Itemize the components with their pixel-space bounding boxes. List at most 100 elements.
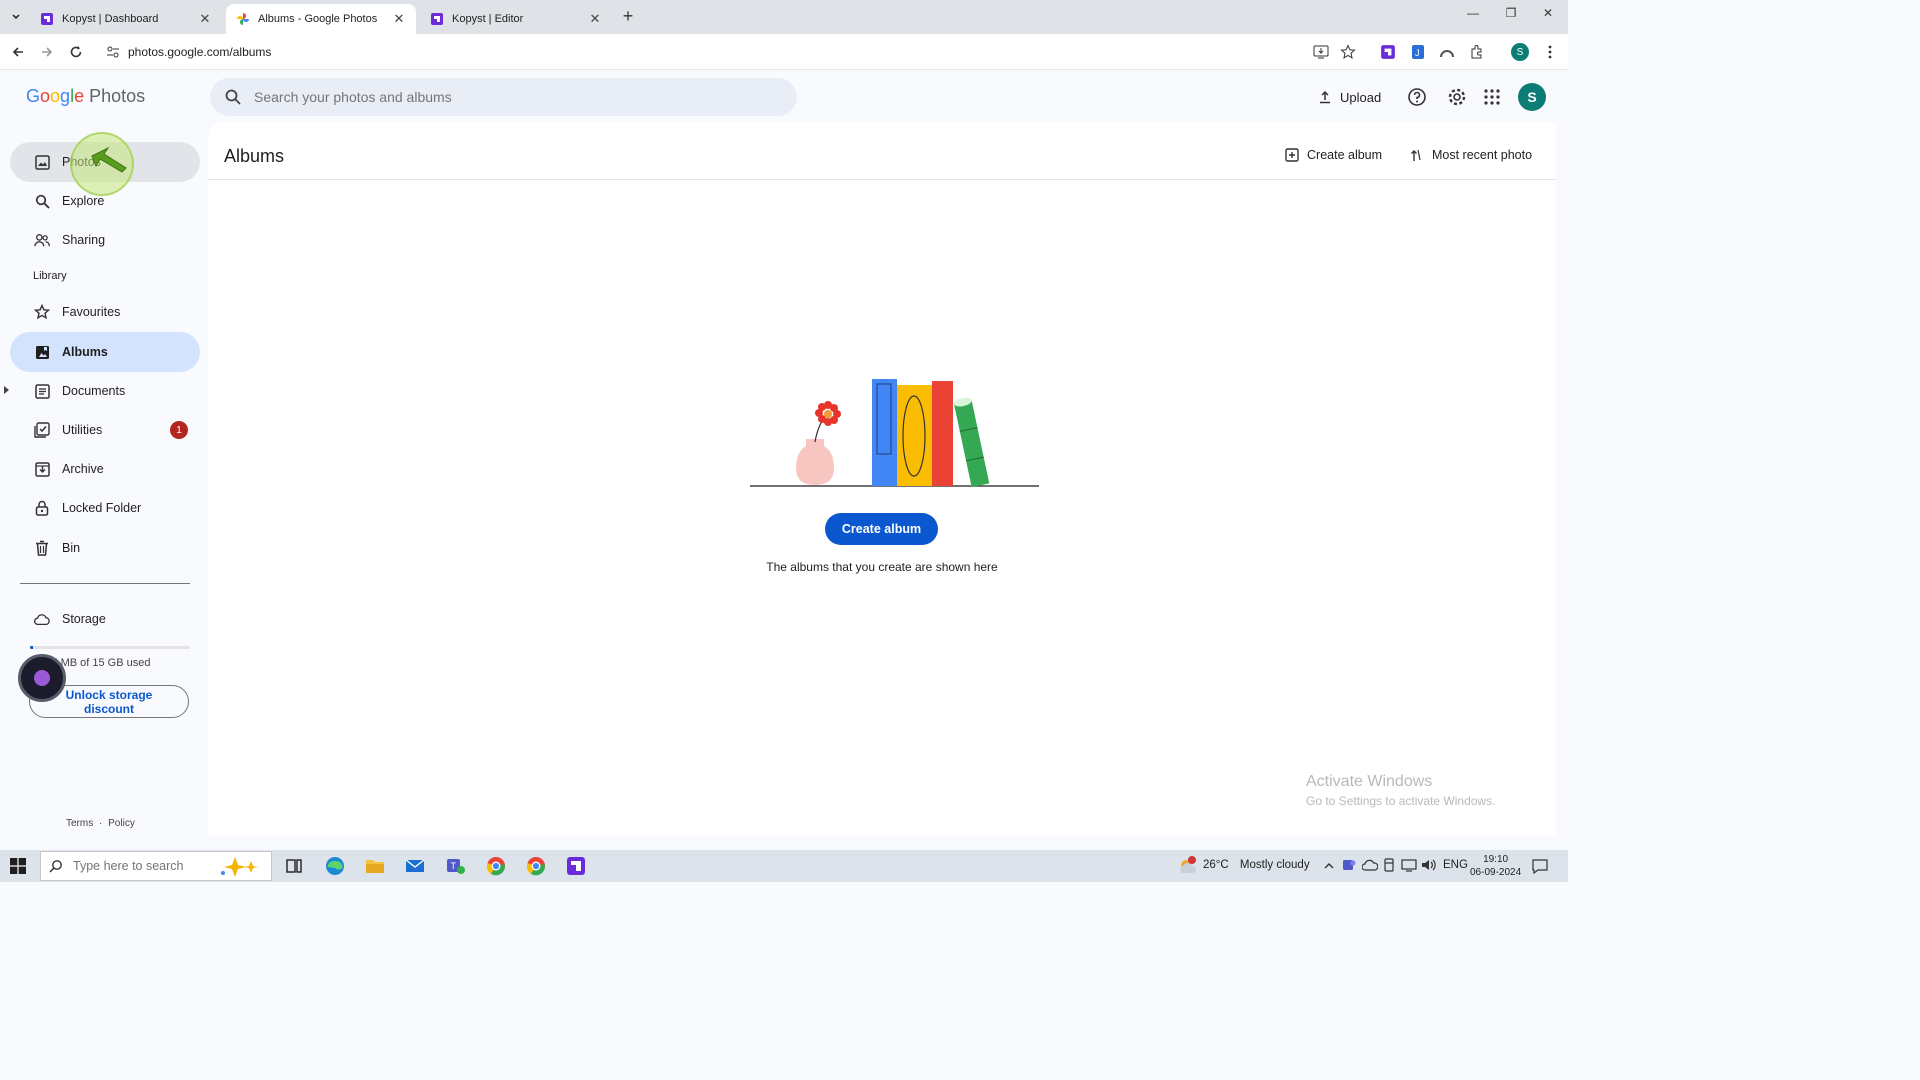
device-icon[interactable]: [1383, 858, 1395, 872]
album-icon: [34, 344, 50, 360]
settings-gear-icon[interactable]: [1446, 86, 1468, 108]
weather-cloud-icon[interactable]: [1176, 855, 1200, 877]
extensions-puzzle-icon[interactable]: [1467, 42, 1487, 62]
sidebar-item-label: Explore: [62, 194, 105, 208]
star-icon: [34, 304, 50, 320]
logo-letter: o: [40, 86, 51, 106]
browser-tab-editor[interactable]: Kopyst | Editor ✕: [420, 4, 612, 34]
weather-widget[interactable]: 26°C Mostly cloudy: [1203, 859, 1310, 871]
sidebar-divider: [20, 583, 190, 584]
kopyst-extension-icon[interactable]: [1378, 42, 1398, 62]
search-icon: [34, 193, 50, 209]
windows-start-icon[interactable]: [10, 858, 26, 874]
sidebar-item-locked-folder[interactable]: Locked Folder: [10, 488, 200, 528]
sidebar-item-sharing[interactable]: Sharing: [10, 220, 200, 260]
site-info-icon[interactable]: [106, 45, 120, 64]
close-icon[interactable]: ✕: [198, 11, 212, 27]
account-avatar[interactable]: S: [1518, 83, 1546, 111]
activate-windows-watermark: Activate Windows Go to Settings to activ…: [1306, 773, 1495, 808]
search-icon[interactable]: [224, 88, 242, 111]
help-icon[interactable]: [1406, 86, 1428, 108]
extension-arc-icon[interactable]: [1437, 42, 1457, 62]
sidebar-item-storage[interactable]: Storage: [10, 599, 200, 639]
chrome-icon[interactable]: [525, 855, 547, 877]
browser-toolbar: photos.google.com/albums J S: [0, 34, 1568, 70]
language-indicator[interactable]: ENG: [1443, 859, 1468, 871]
create-album-button[interactable]: Create album: [825, 513, 938, 545]
clock-date: 06-09-2024: [1470, 867, 1522, 878]
task-view-icon[interactable]: [283, 855, 305, 877]
notifications-icon[interactable]: [1532, 858, 1548, 874]
photo-search-bar[interactable]: [210, 78, 797, 116]
taskbar-search-box[interactable]: [40, 851, 272, 881]
storage-progress-fill: [30, 646, 33, 649]
trash-icon: [34, 540, 50, 556]
upload-button[interactable]: Upload: [1318, 82, 1381, 112]
utilities-icon: [34, 422, 50, 438]
address-bar[interactable]: photos.google.com/albums: [100, 38, 1368, 66]
sidebar-item-favourites[interactable]: Favourites: [10, 292, 200, 332]
expand-caret-icon[interactable]: [4, 386, 9, 394]
browser-tab-google-photos[interactable]: Albums - Google Photos ✕: [226, 4, 416, 34]
sidebar-item-albums[interactable]: Albums: [10, 332, 200, 372]
profile-avatar: S: [1511, 43, 1529, 61]
watermark-subtitle: Go to Settings to activate Windows.: [1306, 794, 1496, 808]
policy-link[interactable]: Policy: [108, 818, 135, 829]
kopyst-app-icon[interactable]: [565, 855, 587, 877]
sidebar-item-utilities[interactable]: Utilities 1: [10, 410, 200, 450]
screen-recorder-widget[interactable]: [18, 654, 66, 702]
window-close-icon[interactable]: ✕: [1538, 6, 1558, 20]
mail-icon[interactable]: [404, 855, 426, 877]
logo-letter: e: [74, 86, 85, 106]
create-album-header-button[interactable]: Create album: [1285, 148, 1382, 162]
sort-label: Most recent photo: [1432, 148, 1533, 162]
apps-grid-icon[interactable]: [1481, 86, 1503, 108]
close-icon[interactable]: ✕: [392, 11, 406, 27]
sidebar-item-documents[interactable]: Documents: [4, 371, 200, 411]
terms-link[interactable]: Terms: [66, 818, 93, 829]
search-highlight-icon: [221, 857, 258, 877]
google-photos-logo[interactable]: Google Photos: [26, 86, 145, 107]
sidebar-item-bin[interactable]: Bin: [10, 528, 200, 568]
close-icon[interactable]: ✕: [588, 11, 602, 27]
sidebar-item-archive[interactable]: Archive: [10, 449, 200, 489]
browser-tab-dashboard[interactable]: Kopyst | Dashboard ✕: [30, 4, 222, 34]
unlock-label-line1: Unlock storage: [65, 687, 153, 702]
extension-icon[interactable]: J: [1408, 42, 1428, 62]
minimize-icon[interactable]: —: [1463, 6, 1483, 20]
browser-tab-strip: Kopyst | Dashboard ✕ Albums - Google Pho…: [0, 0, 1568, 34]
empty-state-message: The albums that you create are shown her…: [766, 560, 998, 574]
teams-tray-icon[interactable]: [1342, 858, 1356, 872]
taskbar-search-input[interactable]: [73, 859, 213, 873]
install-app-icon[interactable]: [1311, 42, 1331, 62]
notification-badge: 1: [170, 421, 188, 439]
tab-title: Kopyst | Dashboard: [62, 13, 159, 25]
watermark-title: Activate Windows: [1306, 773, 1433, 790]
sidebar-item-label: Storage: [62, 612, 106, 626]
sidebar-item-label: Documents: [62, 384, 126, 398]
profile-icon[interactable]: S: [1510, 42, 1530, 62]
restore-icon[interactable]: ❐: [1501, 6, 1521, 20]
menu-kebab-icon[interactable]: [1540, 42, 1560, 62]
add-box-icon: [1285, 148, 1299, 162]
system-clock[interactable]: 19:10 06-09-2024: [1470, 853, 1521, 879]
forward-icon[interactable]: [37, 42, 57, 62]
chrome-profile-icon[interactable]: [485, 855, 507, 877]
edge-browser-icon[interactable]: [324, 855, 346, 877]
new-tab-icon[interactable]: +: [618, 6, 638, 26]
teams-icon[interactable]: T: [444, 855, 466, 877]
volume-icon[interactable]: [1421, 858, 1437, 872]
back-icon[interactable]: [8, 42, 28, 62]
search-input[interactable]: [254, 87, 754, 107]
logo-letter: g: [60, 86, 71, 106]
chevron-up-icon[interactable]: [1323, 860, 1335, 872]
windows-taskbar: T 26°C Mostly cloudy ENG 19:10 06-09-202…: [0, 850, 1568, 882]
file-explorer-icon[interactable]: [364, 855, 386, 877]
bookmark-star-icon[interactable]: [1338, 42, 1358, 62]
most-recent-photo-sort-button[interactable]: Most recent photo: [1410, 148, 1532, 162]
tab-search-icon[interactable]: [6, 7, 26, 27]
record-dot-icon: [34, 670, 50, 686]
reload-icon[interactable]: [66, 42, 86, 62]
network-icon[interactable]: [1401, 858, 1417, 872]
onedrive-cloud-icon[interactable]: [1362, 859, 1378, 871]
